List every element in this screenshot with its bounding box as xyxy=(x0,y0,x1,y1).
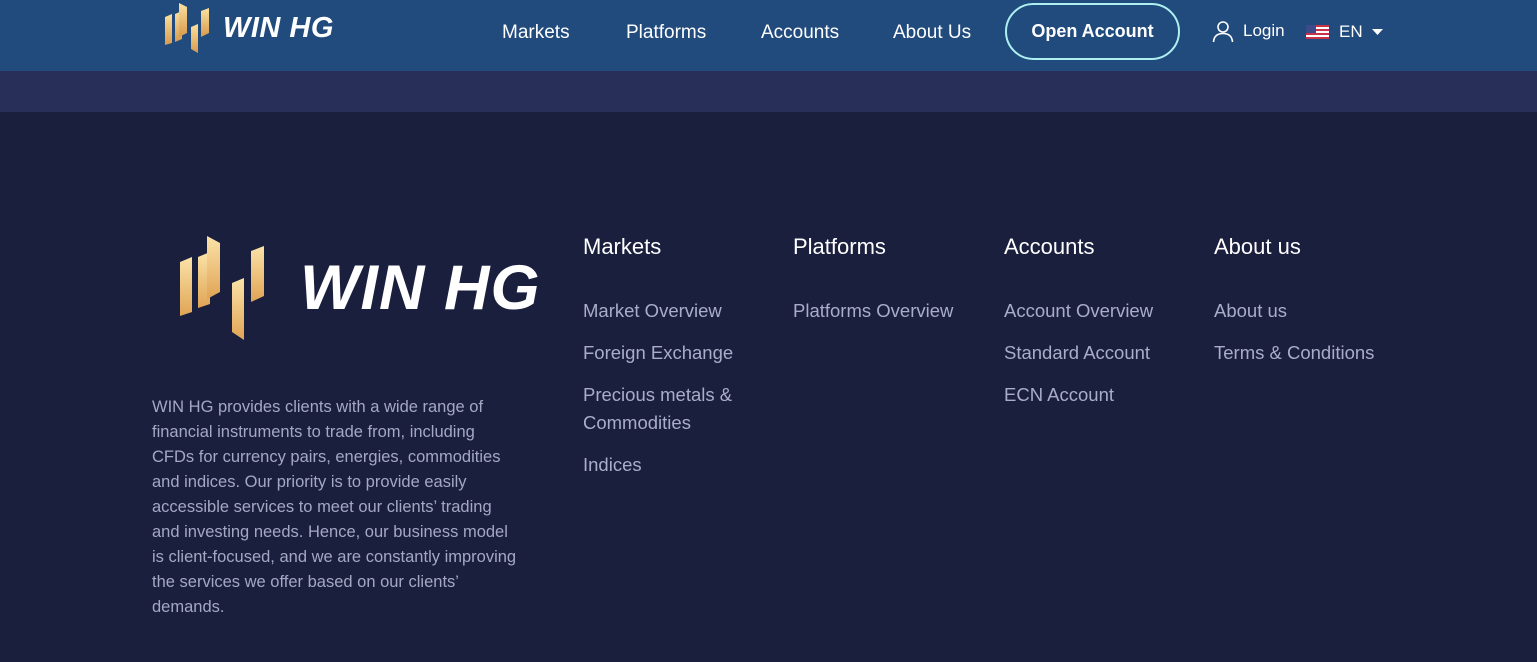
footer-link-about-us[interactable]: About us xyxy=(1214,297,1404,325)
footer-link-precious-metals-commodities[interactable]: Precious metals & Commodities xyxy=(583,381,753,437)
footer-link-foreign-exchange[interactable]: Foreign Exchange xyxy=(583,339,773,367)
footer-link-standard-account[interactable]: Standard Account xyxy=(1004,339,1194,367)
footer-logo[interactable]: WIN HG xyxy=(178,236,540,340)
open-account-label: Open Account xyxy=(1031,21,1154,41)
footer-link-ecn-account[interactable]: ECN Account xyxy=(1004,381,1194,409)
footer-link-account-overview[interactable]: Account Overview xyxy=(1004,297,1194,325)
us-flag-icon xyxy=(1306,25,1329,39)
language-code: EN xyxy=(1339,22,1363,41)
footer-link-market-overview[interactable]: Market Overview xyxy=(583,297,773,325)
footer-column-markets: Markets Market Overview Foreign Exchange… xyxy=(583,233,773,493)
login-link[interactable]: Login xyxy=(1211,19,1285,43)
footer-column-title: About us xyxy=(1214,234,1301,259)
header-band xyxy=(0,71,1537,112)
footer-link-platforms-overview[interactable]: Platforms Overview xyxy=(793,297,983,325)
open-account-button[interactable]: Open Account xyxy=(1005,3,1180,60)
win-hg-logo-icon xyxy=(180,236,264,340)
nav-markets[interactable]: Markets xyxy=(502,21,570,45)
footer-brand-name: WIN HG xyxy=(300,253,541,323)
footer-column-title: Accounts xyxy=(1004,234,1095,259)
footer-column-accounts: Accounts Account Overview Standard Accou… xyxy=(1004,233,1194,423)
footer-column-title: Platforms xyxy=(793,234,886,259)
header-logo[interactable]: WIN HG xyxy=(163,3,334,53)
top-navbar: WIN HG Markets Platforms Accounts About … xyxy=(0,0,1537,71)
user-icon xyxy=(1212,21,1234,43)
footer-link-indices[interactable]: Indices xyxy=(583,451,773,479)
nav-platforms[interactable]: Platforms xyxy=(626,21,706,45)
language-selector[interactable]: EN xyxy=(1306,20,1383,44)
win-hg-logo-icon xyxy=(165,3,209,53)
caret-down-icon xyxy=(1371,28,1383,35)
footer-column-about: About us About us Terms & Conditions xyxy=(1214,233,1404,381)
footer-column-platforms: Platforms Platforms Overview xyxy=(793,233,983,339)
footer-link-terms-conditions[interactable]: Terms & Conditions xyxy=(1214,339,1404,367)
footer-column-title: Markets xyxy=(583,234,662,259)
nav-accounts[interactable]: Accounts xyxy=(761,21,839,45)
login-label: Login xyxy=(1243,21,1285,40)
header-brand-name: WIN HG xyxy=(223,12,334,44)
footer-description: WIN HG provides clients with a wide rang… xyxy=(152,398,517,616)
nav-about-us[interactable]: About Us xyxy=(893,21,971,45)
